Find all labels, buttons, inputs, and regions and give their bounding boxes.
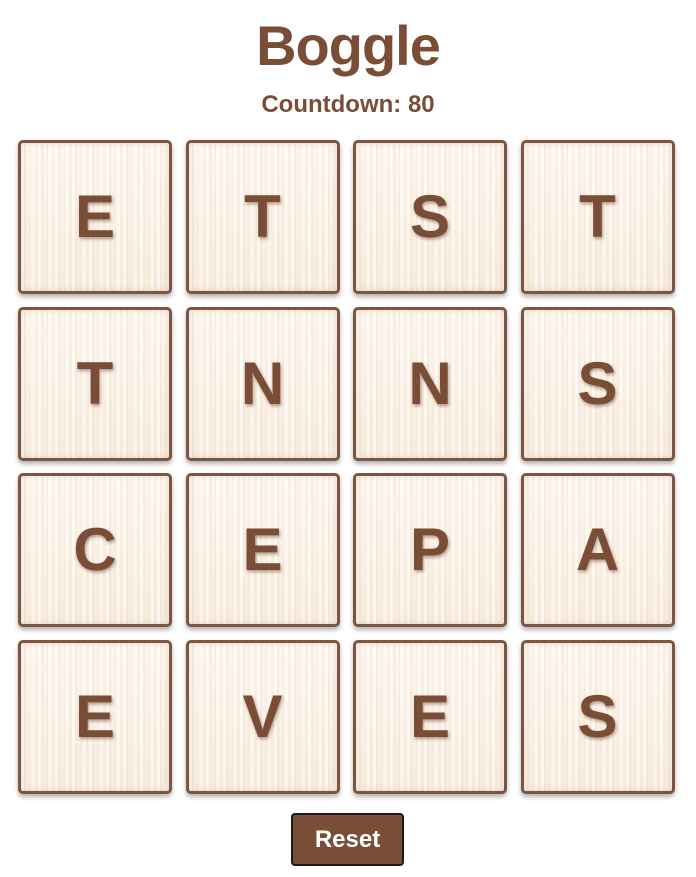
tile-letter: V	[242, 682, 283, 750]
tile-letter: S	[409, 183, 451, 250]
board-tile[interactable]: T	[520, 140, 675, 294]
board-tile[interactable]: E	[185, 473, 340, 627]
boggle-board: E T S T T N N S C E P A E V E S	[18, 140, 675, 794]
board-tile[interactable]: V	[185, 639, 340, 794]
tile-letter: E	[242, 516, 283, 583]
board-tile[interactable]: N	[185, 306, 340, 461]
board-tile[interactable]: A	[520, 473, 675, 627]
tile-letter: E	[74, 682, 116, 750]
reset-button[interactable]: Reset	[291, 813, 404, 866]
board-tile[interactable]: N	[353, 306, 507, 461]
tile-letter: P	[409, 516, 451, 583]
tile-letter: S	[577, 349, 618, 417]
countdown-timer: Countdown: 80	[261, 91, 435, 118]
tile-letter: C	[73, 516, 117, 583]
board-tile[interactable]: S	[520, 639, 675, 794]
tile-letter: E	[74, 183, 116, 250]
board-tile[interactable]: C	[18, 473, 172, 627]
board-tile[interactable]: T	[18, 306, 172, 461]
board-tile[interactable]: E	[18, 639, 172, 794]
board-tile[interactable]: P	[353, 473, 507, 627]
tile-letter: T	[76, 349, 114, 417]
tile-letter: T	[244, 183, 281, 250]
game-title: Boggle	[256, 14, 441, 77]
board-tile[interactable]: E	[353, 639, 507, 794]
board-tile[interactable]: T	[185, 140, 340, 294]
board-tile[interactable]: S	[353, 140, 507, 294]
board-tile[interactable]: E	[18, 140, 172, 294]
tile-letter: S	[577, 682, 618, 750]
tile-letter: E	[409, 682, 451, 750]
tile-letter: T	[579, 183, 616, 250]
board-tile[interactable]: S	[520, 306, 675, 461]
tile-letter: N	[408, 349, 452, 417]
tile-letter: A	[575, 516, 620, 583]
tile-letter: N	[240, 349, 285, 417]
